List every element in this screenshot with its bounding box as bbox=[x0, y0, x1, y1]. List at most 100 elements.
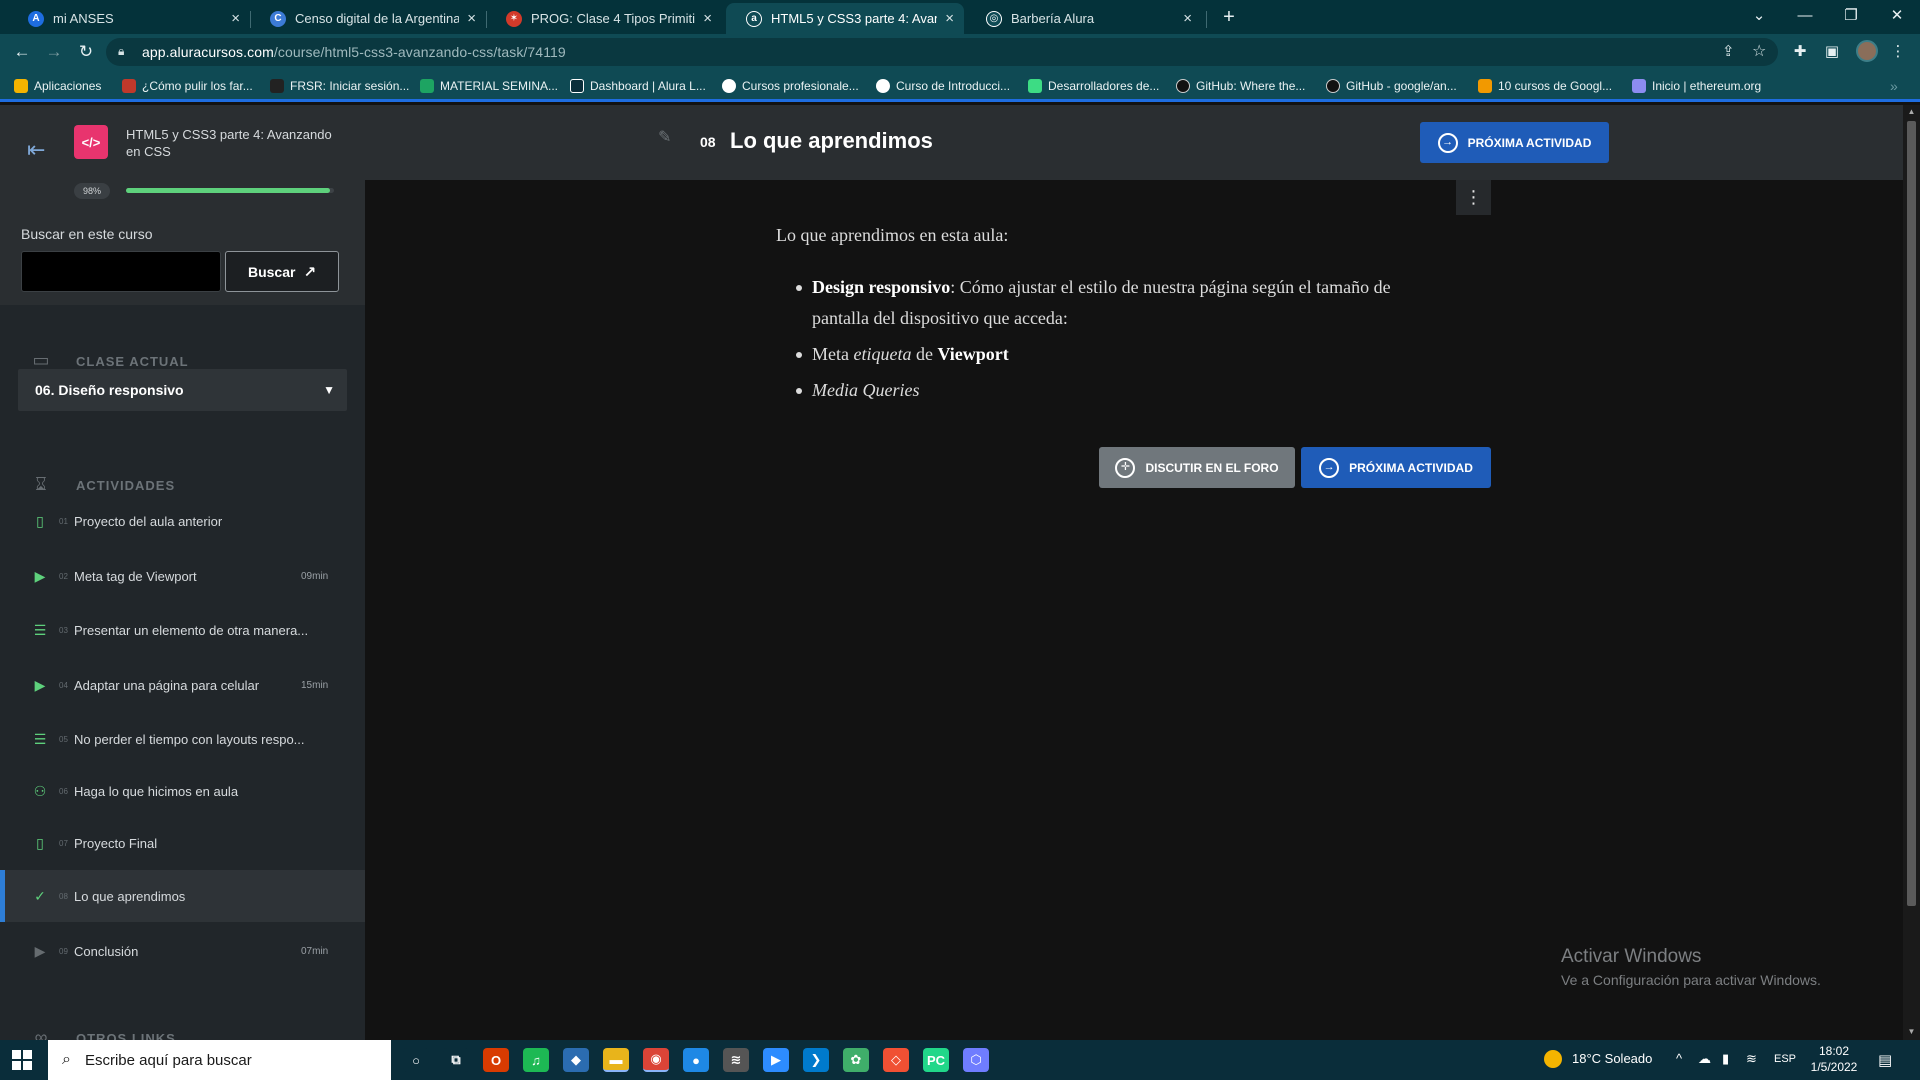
side-panel-icon[interactable]: ▣ bbox=[1822, 42, 1842, 62]
taskbar-search-placeholder: Escribe aquí para buscar bbox=[84, 1051, 252, 1069]
minimize-button[interactable]: — bbox=[1782, 0, 1828, 30]
tab-search-dropdown-icon[interactable]: ⌄ bbox=[1736, 0, 1782, 30]
scroll-up-icon[interactable]: ▲ bbox=[1903, 107, 1920, 116]
page-scrollbar[interactable]: ▲ ▼ bbox=[1903, 105, 1920, 1040]
app-8-taskbar-icon[interactable]: ● bbox=[683, 1048, 709, 1072]
bookmark-item[interactable]: GitHub - google/an... bbox=[1326, 76, 1457, 96]
bookmark-item[interactable]: MATERIAL SEMINA... bbox=[420, 76, 558, 96]
tab-close-icon[interactable]: × bbox=[1183, 10, 1192, 27]
tab-mi-anses[interactable]: A mi ANSES × bbox=[8, 3, 250, 34]
chrome-taskbar-icon[interactable]: ◉ bbox=[643, 1048, 669, 1072]
globe-favicon-icon: ◎ bbox=[986, 10, 1002, 27]
back-arrow-icon[interactable]: ← bbox=[12, 42, 32, 62]
tab-html5-css3-active[interactable]: a HTML5 y CSS3 parte 4: Avanzand × bbox=[726, 3, 964, 34]
button-label: PRÓXIMA ACTIVIDAD bbox=[1467, 135, 1592, 150]
forward-arrow-icon[interactable]: → bbox=[44, 42, 64, 62]
tab-close-icon[interactable]: × bbox=[945, 10, 954, 27]
onedrive-cloud-icon[interactable]: ☁ bbox=[1698, 1051, 1711, 1067]
app-12-taskbar-icon[interactable]: ✿ bbox=[843, 1048, 869, 1072]
git-taskbar-icon[interactable]: ◇ bbox=[883, 1048, 909, 1072]
spotify-taskbar-icon[interactable]: ♫ bbox=[523, 1048, 549, 1072]
tab-close-icon[interactable]: × bbox=[231, 10, 240, 27]
scroll-down-icon[interactable]: ▼ bbox=[1903, 1027, 1920, 1036]
bookmark-item[interactable]: GitHub: Where the... bbox=[1176, 76, 1305, 96]
bookmark-item[interactable]: FRSR: Iniciar sesión... bbox=[270, 76, 409, 96]
office-taskbar-icon[interactable]: O bbox=[483, 1048, 509, 1072]
button-label: DISCUTIR EN EL FORO bbox=[1145, 460, 1279, 475]
browser-menu-icon[interactable]: ⋮ bbox=[1888, 42, 1908, 62]
book-icon: ▯ bbox=[36, 835, 44, 851]
tab-censo-digital[interactable]: C Censo digital de la Argentina × bbox=[250, 3, 486, 34]
activity-label: Proyecto del aula anterior bbox=[74, 513, 223, 529]
tab-close-icon[interactable]: × bbox=[703, 10, 712, 27]
sun-weather-icon[interactable] bbox=[1544, 1050, 1562, 1068]
lock-icon[interactable]: 🔒︎ bbox=[118, 44, 124, 59]
vscode-taskbar-icon[interactable]: ❯ bbox=[803, 1048, 829, 1072]
bookmark-item[interactable]: ¿Cómo pulir los far... bbox=[122, 76, 253, 96]
bookmark-item[interactable]: 10 cursos de Googl... bbox=[1478, 76, 1612, 96]
notifications-icon[interactable]: ▤ bbox=[1878, 1051, 1892, 1069]
bookmark-star-icon[interactable]: ☆ bbox=[1752, 41, 1766, 61]
more-options-icon[interactable]: ⋮ bbox=[1456, 180, 1491, 215]
bookmark-item[interactable]: Cursos profesionale... bbox=[722, 76, 859, 96]
reload-icon[interactable]: ↻ bbox=[76, 42, 96, 62]
app-5-taskbar-icon[interactable]: ◆ bbox=[563, 1048, 589, 1072]
activity-item-09[interactable]: ▶ 09 Conclusión 07min bbox=[0, 925, 365, 977]
battery-icon[interactable]: ▮ bbox=[1722, 1051, 1729, 1067]
tab-close-icon[interactable]: × bbox=[467, 10, 476, 27]
restore-button[interactable]: ❐ bbox=[1828, 0, 1874, 30]
clock-date: 1/5/2022 bbox=[1810, 1060, 1858, 1074]
course-badge-icon[interactable]: </> bbox=[74, 125, 108, 159]
search-button[interactable]: Buscar ↗ bbox=[225, 251, 339, 292]
browser-tab-strip: A mi ANSES × C Censo digital de la Argen… bbox=[0, 0, 1920, 34]
extensions-puzzle-icon[interactable]: ✚ bbox=[1790, 42, 1810, 62]
explorer-taskbar-icon[interactable]: ▬ bbox=[603, 1048, 629, 1072]
cortana-taskbar-icon[interactable]: ○ bbox=[403, 1048, 429, 1072]
share-icon[interactable]: ⇪ bbox=[1722, 42, 1735, 60]
next-activity-button-top[interactable]: → PRÓXIMA ACTIVIDAD bbox=[1420, 122, 1609, 163]
tab-barberia-alura[interactable]: ◎ Barbería Alura × bbox=[966, 3, 1202, 34]
wifi-icon[interactable]: ≋ bbox=[1746, 1051, 1757, 1067]
weather-label[interactable]: 18°C Soleado bbox=[1572, 1051, 1652, 1066]
windows-start-icon[interactable] bbox=[12, 1050, 32, 1070]
collapse-sidebar-icon[interactable]: ⇤ bbox=[27, 137, 45, 163]
activity-item-05[interactable]: ☰ 05 No perder el tiempo con layouts res… bbox=[0, 713, 365, 765]
close-window-button[interactable]: ✕ bbox=[1874, 0, 1920, 30]
activity-item-07[interactable]: ▯ 07 Proyecto Final bbox=[0, 817, 365, 869]
activity-item-01[interactable]: ▯ 01 Proyecto del aula anterior bbox=[0, 495, 365, 547]
current-class-select[interactable]: 06. Diseño responsivo ▼ bbox=[18, 369, 347, 411]
app-9-taskbar-icon[interactable]: ≋ bbox=[723, 1048, 749, 1072]
activity-item-03[interactable]: ☰ 03 Presentar un elemento de otra maner… bbox=[0, 604, 365, 656]
bookmark-item[interactable]: Aplicaciones bbox=[14, 76, 101, 96]
bookmark-item[interactable]: Inicio | ethereum.org bbox=[1632, 76, 1761, 96]
activity-item-02[interactable]: ▶ 02 Meta tag de Viewport 09min bbox=[0, 550, 365, 602]
bookmark-item[interactable]: Curso de Introducci... bbox=[876, 76, 1010, 96]
app-15-taskbar-icon[interactable]: ⬡ bbox=[963, 1048, 989, 1072]
chevron-up-icon[interactable]: ^ bbox=[1676, 1051, 1682, 1066]
tab-prog-clase-4[interactable]: ✶ PROG: Clase 4 Tipos Primitivo en × bbox=[486, 3, 722, 34]
course-search-input[interactable] bbox=[21, 251, 221, 292]
pycharm-taskbar-icon[interactable]: PC bbox=[923, 1048, 949, 1072]
next-activity-button-bottom[interactable]: → PRÓXIMA ACTIVIDAD bbox=[1301, 447, 1491, 488]
zoom-taskbar-icon[interactable]: ▶ bbox=[763, 1048, 789, 1072]
new-tab-button[interactable]: + bbox=[1216, 4, 1242, 30]
url-text[interactable]: app.aluracursos.com/course/html5-css3-av… bbox=[142, 44, 566, 60]
bookmark-label: Cursos profesionale... bbox=[742, 79, 859, 93]
language-indicator[interactable]: ESP bbox=[1774, 1053, 1796, 1065]
bookmark-item[interactable]: Desarrolladores de... bbox=[1028, 76, 1159, 96]
bookmarks-overflow-icon[interactable]: » bbox=[1890, 76, 1898, 96]
hourglass-icon: ⌛︎ bbox=[35, 474, 47, 494]
address-bar[interactable]: 🔒︎ app.aluracursos.com/course/html5-css3… bbox=[106, 38, 1778, 66]
activity-item-04[interactable]: ▶ 04 Adaptar una página para celular 15m… bbox=[0, 659, 365, 711]
taskbar-search-box[interactable]: ⌕ Escribe aquí para buscar bbox=[48, 1040, 391, 1080]
url-host: app.aluracursos.com bbox=[142, 44, 274, 60]
taskbar-clock[interactable]: 18:02 1/5/2022 bbox=[1804, 1043, 1864, 1075]
scrollbar-thumb[interactable] bbox=[1907, 121, 1916, 906]
profile-avatar[interactable] bbox=[1856, 40, 1878, 62]
bookmark-item[interactable]: Dashboard | Alura L... bbox=[570, 76, 706, 96]
discuss-forum-button[interactable]: ✛ DISCUTIR EN EL FORO bbox=[1099, 447, 1295, 488]
activity-item-06[interactable]: ⚇ 06 Haga lo que hicimos en aula bbox=[0, 765, 365, 817]
course-title[interactable]: HTML5 y CSS3 parte 4: Avanzando en CSS bbox=[126, 126, 336, 160]
activity-item-08-active[interactable]: ✓ 08 Lo que aprendimos bbox=[0, 870, 365, 922]
task-view-taskbar-icon[interactable]: ⧉ bbox=[443, 1048, 469, 1072]
